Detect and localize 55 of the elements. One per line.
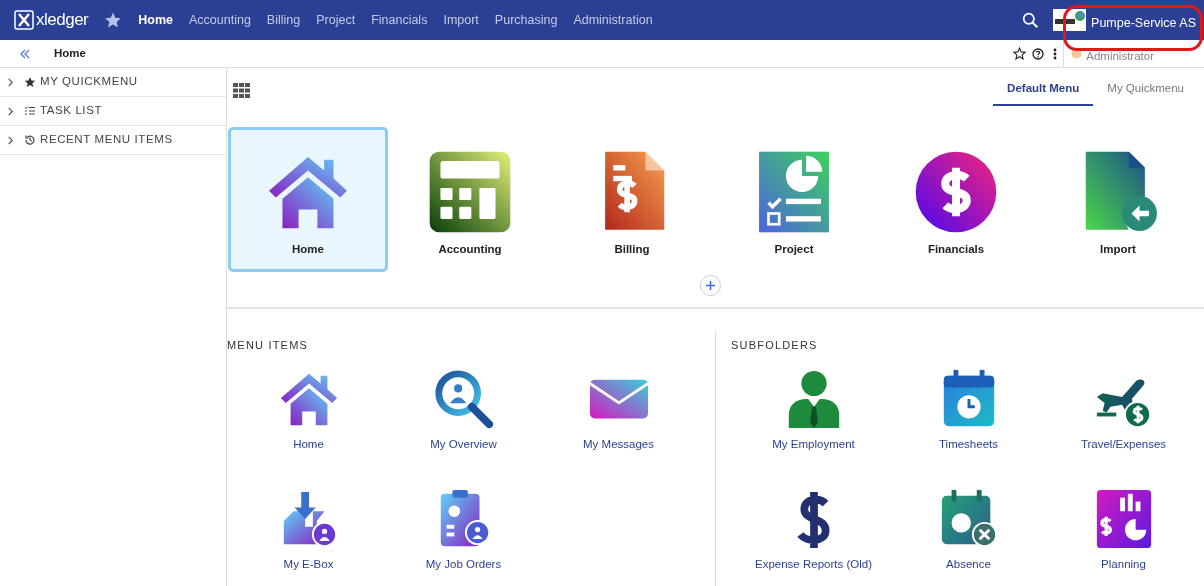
sidebar-item[interactable]: MY QUICKMENU	[0, 68, 226, 97]
menu-item[interactable]: My Job Orders	[386, 479, 541, 586]
module-tile[interactable]: Home	[228, 127, 388, 272]
nav-link[interactable]: Project	[308, 10, 364, 30]
star-icon[interactable]	[104, 11, 123, 29]
menu-item[interactable]: My Messages	[541, 359, 696, 480]
menu-item[interactable]: My Employment	[736, 359, 891, 480]
nav-link[interactable]: Financials	[363, 10, 436, 30]
menu-tab[interactable]: My Quickmenu	[1093, 74, 1198, 106]
company-logo-icon	[1053, 9, 1087, 31]
menu-item[interactable]: Home	[231, 359, 386, 480]
menu-item[interactable]: Travel/Expenses	[1046, 359, 1201, 480]
module-tile[interactable]: Financials	[876, 127, 1036, 272]
apps-grid-icon[interactable]	[233, 82, 250, 98]
section-title: MENU ITEMS	[227, 338, 310, 353]
menu-item[interactable]: Timesheets	[891, 359, 1046, 480]
module-tile[interactable]: Billing	[552, 127, 712, 272]
role-icon	[1071, 48, 1083, 59]
menu-item[interactable]: My E-Box	[231, 479, 386, 586]
nav-link[interactable]: Purchasing	[486, 10, 566, 30]
menu-item[interactable]: Absence	[891, 479, 1046, 586]
collapse-icon[interactable]	[19, 47, 31, 60]
chevron-icon	[6, 135, 15, 145]
sidebar-item[interactable]: RECENT MENU ITEMS	[0, 126, 226, 155]
nav-link[interactable]: Import	[435, 10, 487, 30]
menu-item[interactable]: Planning	[1046, 479, 1201, 586]
add-button[interactable]	[700, 275, 721, 296]
nav-link[interactable]: Home	[130, 10, 181, 30]
brand-name: xledger	[36, 9, 89, 32]
chevron-icon	[6, 77, 15, 87]
history-icon	[24, 134, 36, 146]
menu-item[interactable]: Expense Reports (Old)	[736, 479, 891, 586]
menu-tab[interactable]: Default Menu	[993, 74, 1094, 106]
nav-link[interactable]: Billing	[258, 10, 309, 30]
more-icon[interactable]	[1053, 47, 1058, 60]
module-tile[interactable]: Accounting	[390, 127, 550, 272]
help-icon[interactable]	[1032, 47, 1045, 60]
search-icon[interactable]	[1022, 11, 1040, 29]
section-title: SUBFOLDERS	[731, 338, 819, 353]
chevron-icon	[6, 106, 15, 116]
module-tile[interactable]: Import	[1038, 127, 1198, 272]
menu-item[interactable]: My Overview	[386, 359, 541, 480]
user-role: Administrator	[1086, 48, 1154, 64]
star-icon	[24, 76, 36, 88]
task-list-icon	[24, 105, 36, 117]
magnifier-icon	[432, 367, 495, 430]
breadcrumb: Home	[54, 45, 86, 61]
sidebar-item[interactable]: TASK LIST	[0, 97, 226, 126]
logo-icon	[14, 10, 34, 30]
nav-link[interactable]: Administration	[565, 10, 661, 30]
star-outline-icon[interactable]	[1013, 47, 1027, 60]
company-name[interactable]: Pumpe-Service AS	[1091, 13, 1196, 33]
nav-link[interactable]: Accounting	[181, 10, 259, 30]
plus-icon	[705, 280, 716, 291]
module-tile[interactable]: Project	[714, 127, 874, 272]
